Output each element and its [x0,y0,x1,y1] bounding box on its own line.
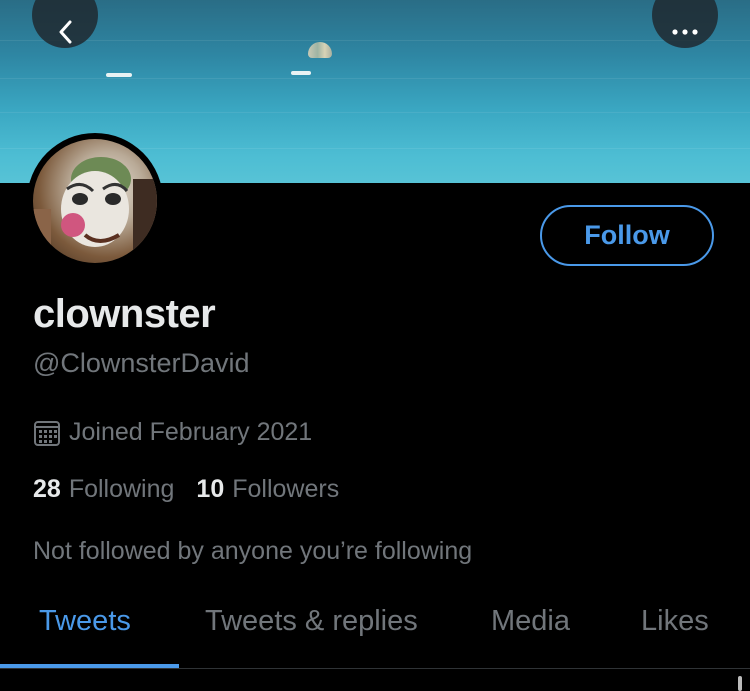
followers-label: Followers [232,475,340,503]
profile-tabs: Tweets Tweets & replies Media Likes [0,605,750,669]
following-link[interactable]: 28 Following [33,475,174,504]
joined-date: Joined February 2021 [33,418,312,447]
boat-image [291,71,311,75]
tab-tweets[interactable]: Tweets [39,605,131,638]
tab-tweets-replies[interactable]: Tweets & replies [205,605,418,638]
joined-label: Joined February 2021 [69,418,313,446]
scrollbar[interactable] [738,676,742,691]
mutual-followers-text: Not followed by anyone you’re following [33,537,473,565]
more-horizontal-icon [672,29,698,35]
followers-link[interactable]: 10 Followers [196,475,339,504]
tab-divider [0,668,750,669]
tab-media[interactable]: Media [491,605,570,638]
avatar-image [33,139,157,263]
user-handle: @ClownsterDavid [33,348,250,378]
follow-button-label: Follow [584,220,670,250]
avatar[interactable] [27,133,163,269]
calendar-icon [34,420,60,446]
following-count: 28 [33,475,61,503]
tab-likes[interactable]: Likes [641,605,709,638]
following-label: Following [68,475,175,503]
boat-image [106,73,132,77]
follow-stats: 28 Following 10 Followers [33,475,339,504]
parasail-image [308,42,332,58]
followers-count: 10 [196,475,225,503]
display-name: clownster [33,292,216,336]
chevron-left-icon [59,20,72,44]
follow-button[interactable]: Follow [540,205,714,266]
